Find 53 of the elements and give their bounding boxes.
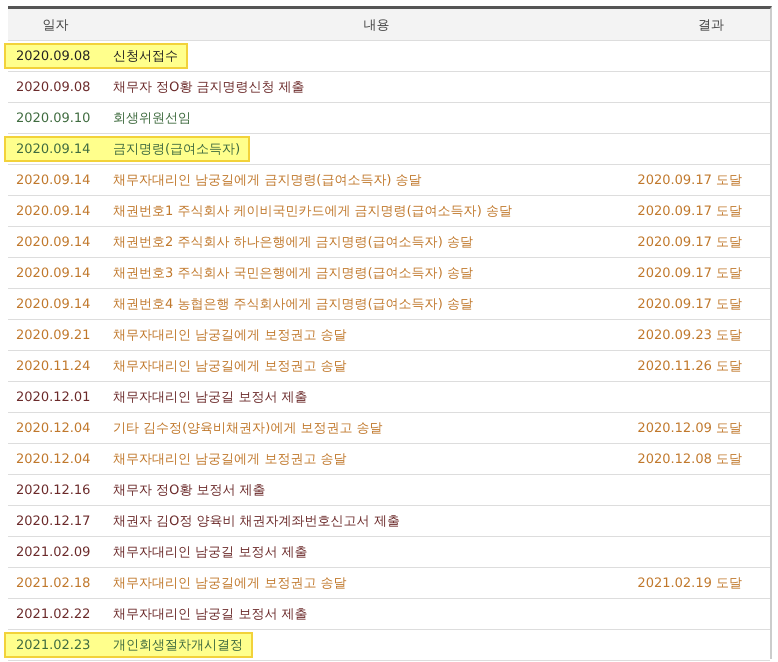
- date-cell-text: 2020.09.14: [15, 172, 92, 188]
- date-cell-text: 2021.02.23: [15, 638, 92, 652]
- date-cell-text: 2021.02.18: [15, 576, 92, 590]
- result-cell-text: 2020.12.08 도달: [637, 451, 743, 468]
- result-cell-text: 2020.09.17 도달: [637, 234, 743, 251]
- date-cell-text: 2020.12.01: [15, 390, 92, 404]
- date-cell-text: 2020.09.14: [15, 142, 92, 156]
- date-cell-text: 2020.09.14: [15, 296, 92, 312]
- date-cell-text: 2020.12.04: [15, 452, 92, 466]
- result-cell-text: 2020.09.23 도달: [637, 327, 743, 344]
- content-cell-text: 채무자대리인 남궁길에게 보정권고 송달: [113, 451, 346, 468]
- date-cell-text: 2020.09.10: [15, 110, 92, 126]
- date-cell-text: 2020.09.21: [15, 328, 92, 342]
- result-cell-text: 2020.09.17 도달: [637, 203, 743, 220]
- date-cell-text: 2020.09.08: [15, 80, 92, 94]
- date-cell-text: 2020.09.14: [15, 204, 92, 218]
- result-cell-text: 2020.11.26 도달: [637, 358, 743, 375]
- content-cell-text: 개인회생절차개시결정: [113, 637, 243, 654]
- date-cell-text: 2020.11.24: [15, 358, 92, 374]
- content-cell-text: 채무자대리인 남궁길 보정서 제출: [113, 389, 308, 406]
- result-cell-text: 2020.12.09 도달: [637, 420, 743, 437]
- content-cell-text: 채무자대리인 남궁길 보정서 제출: [113, 544, 308, 561]
- content-cell-text: 금지명령(급여소득자): [113, 141, 240, 158]
- result-cell-text: 2020.09.17 도달: [637, 172, 743, 189]
- content-cell-text: 채무자 정O황 금지명령신청 제출: [113, 79, 305, 96]
- content-cell-text: 채권번호2 주식회사 하나은행에게 금지명령(급여소득자) 송달: [113, 234, 473, 251]
- content-cell-text: 채무자대리인 남궁길 보정서 제출: [113, 606, 308, 623]
- content-cell-text: 채권번호4 농협은행 주식회사에게 금지명령(급여소득자) 송달: [113, 296, 473, 313]
- result-cell-text: 2020.09.17 도달: [637, 296, 743, 313]
- column-header: 결과: [697, 16, 724, 34]
- content-cell-text: 채권자 김O정 양육비 채권자계좌번호신고서 제출: [113, 513, 400, 530]
- result-cell-text: 2020.09.17 도달: [637, 265, 743, 282]
- date-cell-text: 2020.12.16: [15, 482, 92, 498]
- column-header: 내용: [364, 16, 390, 34]
- content-cell-text: 채무자대리인 남궁길에게 보정권고 송달: [113, 575, 346, 592]
- date-cell-text: 2021.02.09: [15, 544, 92, 560]
- result-cell-text: 2021.02.19 도달: [637, 575, 743, 592]
- content-cell-text: 채무자대리인 남궁길에게 금지명령(급여소득자) 송달: [113, 172, 422, 189]
- date-cell-text: 2020.09.08: [15, 48, 92, 64]
- content-cell-text: 채권번호3 주식회사 국민은행에게 금지명령(급여소득자) 송달: [113, 265, 473, 282]
- date-cell-text: 2020.09.14: [15, 266, 92, 280]
- date-cell-text: 2020.12.17: [15, 514, 92, 528]
- content-cell-text: 채무자 정O황 보정서 제출: [113, 482, 266, 499]
- column-header: 일자: [42, 16, 68, 34]
- content-cell-text: 신청서접수: [113, 48, 178, 65]
- content-cell-text: 기타 김수정(양육비채권자)에게 보정권고 송달: [113, 420, 383, 437]
- content-cell-text: 채무자대리인 남궁길에게 보정권고 송달: [113, 358, 346, 375]
- content-cell-text: 채무자대리인 남궁길에게 보정권고 송달: [113, 327, 346, 344]
- content-cell-text: 채권번호1 주식회사 케이비국민카드에게 금지명령(급여소득자) 송달: [113, 203, 512, 220]
- date-cell-text: 2020.12.04: [15, 420, 92, 436]
- date-cell-text: 2021.02.22: [15, 606, 92, 622]
- content-cell-text: 회생위원선임: [113, 110, 191, 127]
- date-cell-text: 2020.09.14: [15, 234, 92, 250]
